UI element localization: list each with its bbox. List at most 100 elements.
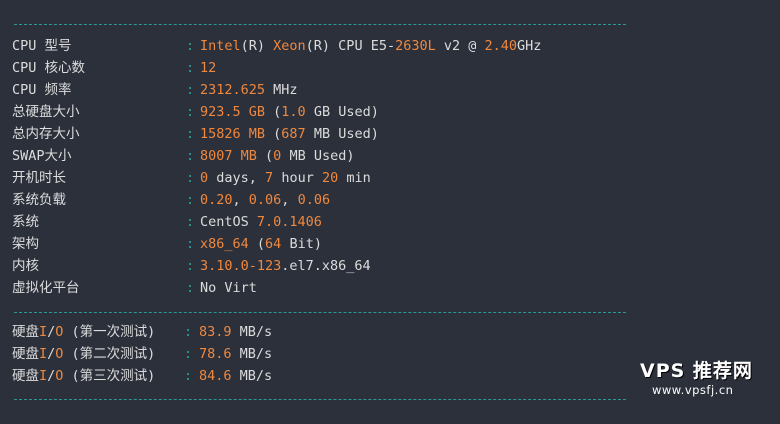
io-test-label: 硬盘I/O (第三次测试)	[12, 366, 155, 386]
separator-colon: :	[186, 236, 195, 252]
value-text: 硬盘	[12, 346, 39, 362]
value-text: days,	[208, 170, 266, 186]
info-label: 架构	[12, 236, 39, 252]
value-number: 20	[321, 170, 339, 186]
value-text: MB Used)	[281, 148, 355, 164]
value-text: MB/s	[231, 368, 273, 384]
value-text: MHz	[265, 82, 298, 98]
value-text: (R)	[240, 38, 274, 54]
value-number: 83.9	[199, 324, 232, 340]
value-text: 硬盘	[12, 368, 39, 384]
info-value: 0 days, 7 hour 20 min	[200, 168, 371, 188]
info-value: 12	[200, 58, 216, 78]
value-text: .el7.x86_64	[281, 258, 371, 274]
separator-colon: :	[186, 170, 195, 186]
io-test-value: 84.6 MB/s	[199, 366, 272, 386]
value-text: (	[256, 148, 274, 164]
value-text: (第一次测试)	[63, 324, 156, 340]
value-number: 78.6	[199, 346, 232, 362]
divider-top	[14, 24, 626, 26]
info-value: 2312.625 MHz	[200, 80, 298, 100]
separator-colon: :	[184, 368, 193, 384]
separator-colon: :	[186, 280, 195, 296]
watermark-url: www.vpsfj.cn	[652, 383, 734, 397]
value-number: 2312.625	[200, 82, 266, 98]
value-number: 2630L	[395, 38, 436, 54]
watermark-title: VPS 推荐网	[640, 360, 753, 382]
value-text: MB Used)	[305, 126, 379, 142]
value-text: MB/s	[231, 324, 273, 340]
value-text: ,	[232, 192, 249, 208]
info-value: No Virt	[200, 278, 257, 298]
value-text: (	[248, 236, 266, 252]
value-number: 687	[281, 126, 306, 142]
separator-colon: :	[186, 214, 195, 230]
info-label: CPU 频率	[12, 82, 72, 98]
info-value: 8007 MB (0 MB Used)	[200, 146, 354, 166]
value-number: 8007 MB	[200, 148, 257, 164]
separator-colon: :	[186, 60, 195, 76]
separator-colon: :	[186, 38, 195, 54]
io-test-label: 硬盘I/O (第一次测试)	[12, 322, 155, 342]
separator-colon: :	[184, 346, 193, 362]
info-label: CPU 核心数	[12, 60, 86, 76]
value-number: 7	[265, 170, 274, 186]
value-text: GB Used)	[305, 104, 379, 120]
info-label: SWAP大小	[12, 148, 72, 164]
info-label: 系统	[12, 214, 39, 230]
info-value: 923.5 GB (1.0 GB Used)	[200, 102, 379, 122]
separator-colon: :	[186, 192, 195, 208]
info-label: 开机时长	[12, 170, 66, 186]
value-number: 0.06	[248, 192, 282, 208]
value-text: 硬盘	[12, 324, 39, 340]
separator-colon: :	[184, 324, 193, 340]
separator-colon: :	[186, 104, 195, 120]
value-number: Xeon	[273, 38, 306, 54]
value-text: v2 @	[435, 38, 485, 54]
separator-colon: :	[186, 82, 195, 98]
io-test-value: 78.6 MB/s	[199, 344, 272, 364]
value-number: Intel	[200, 38, 241, 54]
value-number: 923.5 GB	[200, 104, 266, 120]
info-label: 系统负载	[12, 192, 66, 208]
io-test-value: 83.9 MB/s	[199, 322, 272, 342]
value-number: 7.0.1406	[256, 214, 322, 230]
info-label: 内核	[12, 258, 39, 274]
separator-colon: :	[186, 148, 195, 164]
info-value: 0.20, 0.06, 0.06	[200, 190, 330, 210]
value-number: 0.20	[200, 192, 233, 208]
value-text: ,	[281, 192, 298, 208]
value-number: 12	[200, 60, 217, 76]
separator-colon: :	[186, 258, 195, 274]
info-value: Intel(R) Xeon(R) CPU E5-2630L v2 @ 2.40G…	[200, 36, 541, 56]
io-test-label: 硬盘I/O (第二次测试)	[12, 344, 155, 364]
info-value: 15826 MB (687 MB Used)	[200, 124, 379, 144]
value-text: Bit)	[281, 236, 322, 252]
value-text: (R) CPU E5-	[305, 38, 396, 54]
value-text: min	[338, 170, 371, 186]
watermark-logo: VPS 推荐网 www.vpsfj.cn	[640, 356, 770, 406]
value-number: I	[39, 368, 48, 384]
value-number: 84.6	[199, 368, 232, 384]
value-number: I	[39, 324, 48, 340]
info-value: x86_64 (64 Bit)	[200, 234, 322, 254]
value-number: 0.06	[297, 192, 331, 208]
value-text: hour	[273, 170, 322, 186]
info-label: CPU 型号	[12, 38, 72, 54]
value-number: x86_64	[200, 236, 249, 252]
value-text: GHz	[517, 38, 542, 54]
value-text: No Virt	[200, 280, 257, 296]
info-label: 总硬盘大小	[12, 104, 80, 120]
value-text: (	[265, 126, 282, 142]
separator-colon: :	[186, 126, 195, 142]
value-text: MB/s	[231, 346, 273, 362]
info-value: CentOS 7.0.1406	[200, 212, 322, 232]
value-number: 0	[200, 170, 209, 186]
value-text: (第二次测试)	[63, 346, 156, 362]
value-number: 2.40	[484, 38, 518, 54]
value-text: (第三次测试)	[63, 368, 156, 384]
divider-middle	[14, 312, 626, 314]
info-value: 3.10.0-123.el7.x86_64	[200, 256, 371, 276]
info-label: 虚拟化平台	[12, 280, 80, 296]
info-label: 总内存大小	[12, 126, 80, 142]
